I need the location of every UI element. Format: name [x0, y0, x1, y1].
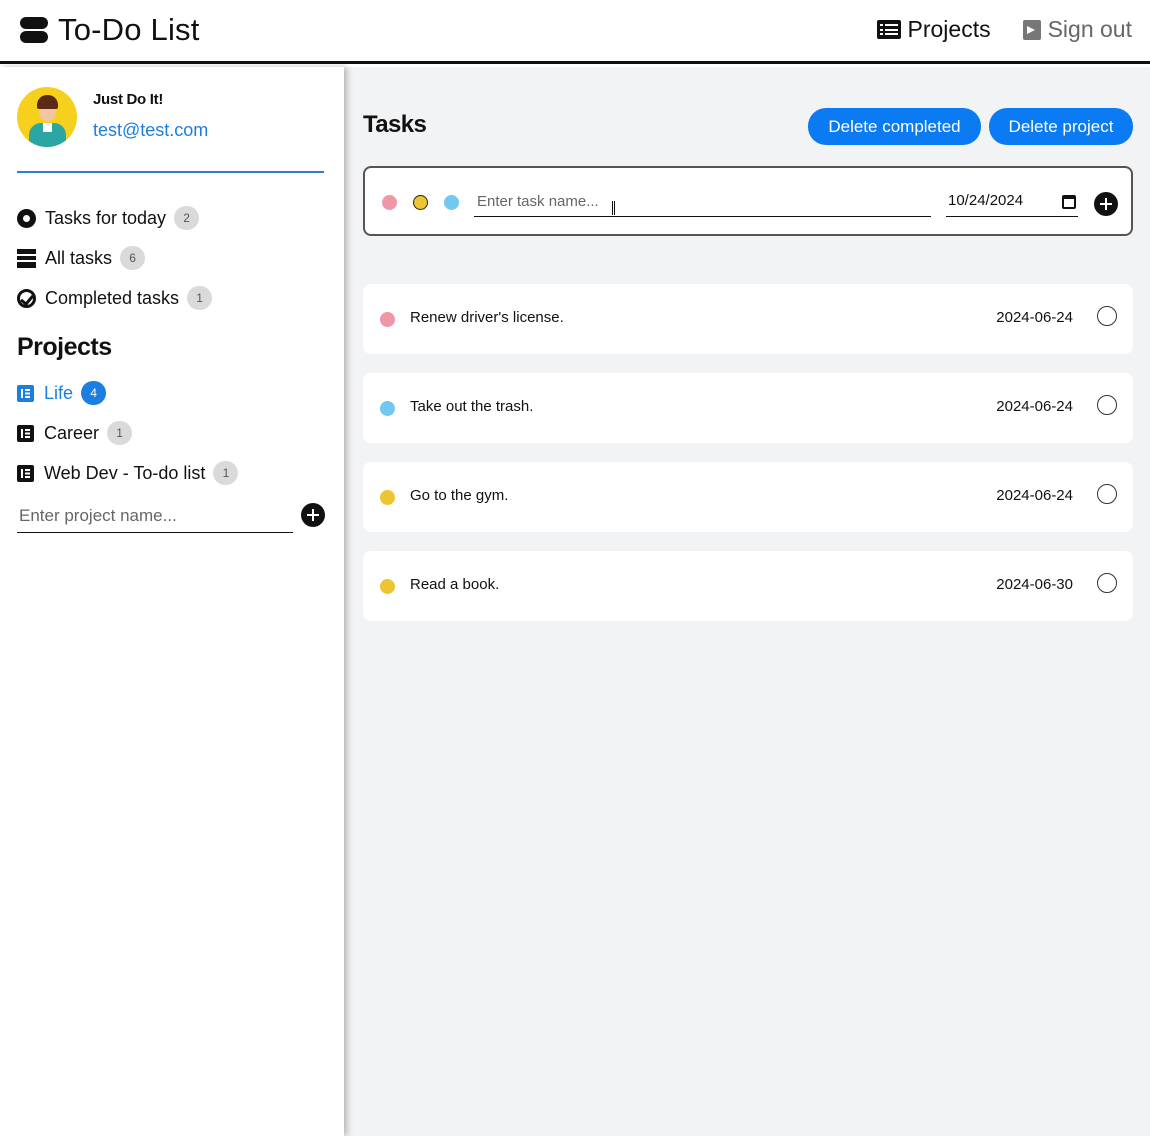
task-item[interactable]: Take out the trash. 2024-06-24: [363, 373, 1133, 443]
circle-dot-icon: [17, 208, 36, 228]
app-title: To-Do List: [58, 12, 200, 47]
delete-completed-button[interactable]: Delete completed: [808, 108, 981, 145]
page-title: Tasks: [363, 111, 427, 138]
count-badge: 1: [107, 421, 133, 445]
user-profile: Just Do It! test@test.com: [17, 87, 324, 173]
list-lines-icon: [17, 248, 36, 268]
text-cursor-icon: [612, 201, 615, 215]
nav-projects-link[interactable]: Projects: [876, 16, 991, 43]
task-name: Renew driver's license.: [410, 309, 564, 326]
list-icon: [876, 20, 901, 39]
sidebar: Just Do It! test@test.com Tasks for toda…: [0, 67, 344, 1136]
task-date: 2024-06-30: [996, 576, 1073, 593]
task-date-value: 10/24/2024: [948, 192, 1024, 209]
nav-signout-label: Sign out: [1047, 16, 1132, 42]
project-icon: [17, 424, 34, 442]
task-date-picker[interactable]: 10/24/2024: [946, 186, 1078, 217]
task-date: 2024-06-24: [996, 309, 1073, 326]
menu-item-tasks-today[interactable]: Tasks for today 2: [17, 198, 327, 238]
menu-item-label: Tasks for today: [45, 207, 167, 228]
project-icon: [17, 384, 34, 402]
filter-menu: Tasks for today 2 All tasks 6 Completed …: [17, 198, 327, 318]
priority-dot: [380, 401, 395, 416]
count-badge: 1: [213, 461, 239, 485]
task-item[interactable]: Read a book. 2024-06-30: [363, 551, 1133, 621]
app-logo-icon: [20, 16, 48, 44]
delete-project-button[interactable]: Delete project: [989, 108, 1133, 145]
projects-heading: Projects: [17, 333, 112, 361]
main-content: Tasks Delete completed Delete project 10…: [344, 67, 1150, 1136]
project-list: Life 4 Career 1 Web Dev - To-do list 1: [17, 373, 327, 493]
task-complete-checkbox[interactable]: [1097, 484, 1117, 504]
sign-out-icon: [1022, 19, 1041, 40]
check-circle-icon: [17, 288, 36, 308]
task-date: 2024-06-24: [996, 487, 1073, 504]
priority-red-option[interactable]: [382, 195, 397, 210]
project-label: Career: [44, 422, 100, 443]
menu-item-all-tasks[interactable]: All tasks 6: [17, 238, 327, 278]
project-icon: [17, 464, 34, 482]
count-badge: 1: [187, 286, 213, 310]
task-complete-checkbox[interactable]: [1097, 395, 1117, 415]
menu-item-completed-tasks[interactable]: Completed tasks 1: [17, 278, 327, 318]
top-nav: Projects Sign out: [876, 16, 1132, 43]
profile-name: Just Do It!: [93, 91, 164, 108]
menu-item-label: All tasks: [45, 247, 113, 268]
task-item[interactable]: Go to the gym. 2024-06-24: [363, 462, 1133, 532]
add-task-button[interactable]: [1094, 192, 1118, 216]
calendar-icon[interactable]: [1062, 195, 1076, 209]
priority-blue-option[interactable]: [444, 195, 459, 210]
task-name-input[interactable]: [474, 186, 931, 216]
new-task-form: 10/24/2024: [363, 166, 1133, 236]
project-name-input[interactable]: [17, 500, 293, 532]
project-item-career[interactable]: Career 1: [17, 413, 327, 453]
project-label: Web Dev - To-do list: [44, 462, 206, 483]
profile-email: test@test.com: [93, 120, 209, 140]
priority-dot: [380, 490, 395, 505]
add-project-button[interactable]: [301, 503, 325, 527]
nav-signout-link[interactable]: Sign out: [1022, 16, 1132, 43]
project-item-web-dev[interactable]: Web Dev - To-do list 1: [17, 453, 327, 493]
task-complete-checkbox[interactable]: [1097, 306, 1117, 326]
task-name-field: [474, 186, 931, 217]
avatar: [17, 87, 77, 147]
project-label: Life: [44, 382, 74, 403]
task-date: 2024-06-24: [996, 398, 1073, 415]
priority-dot: [380, 579, 395, 594]
project-name-field: [17, 500, 293, 533]
top-header: To-Do List Projects Sign out: [0, 0, 1150, 64]
project-item-life[interactable]: Life 4: [17, 373, 327, 413]
app-brand[interactable]: To-Do List: [20, 12, 200, 48]
nav-projects-label: Projects: [907, 16, 991, 42]
priority-yellow-option[interactable]: [413, 195, 428, 210]
menu-item-label: Completed tasks: [45, 287, 180, 308]
task-name: Read a book.: [410, 576, 500, 593]
count-badge: 6: [120, 246, 146, 270]
count-badge: 2: [174, 206, 200, 230]
task-name: Go to the gym.: [410, 487, 509, 504]
task-item[interactable]: Renew driver's license. 2024-06-24: [363, 284, 1133, 354]
task-name: Take out the trash.: [410, 398, 534, 415]
priority-dot: [380, 312, 395, 327]
count-badge: 4: [81, 381, 107, 405]
task-complete-checkbox[interactable]: [1097, 573, 1117, 593]
